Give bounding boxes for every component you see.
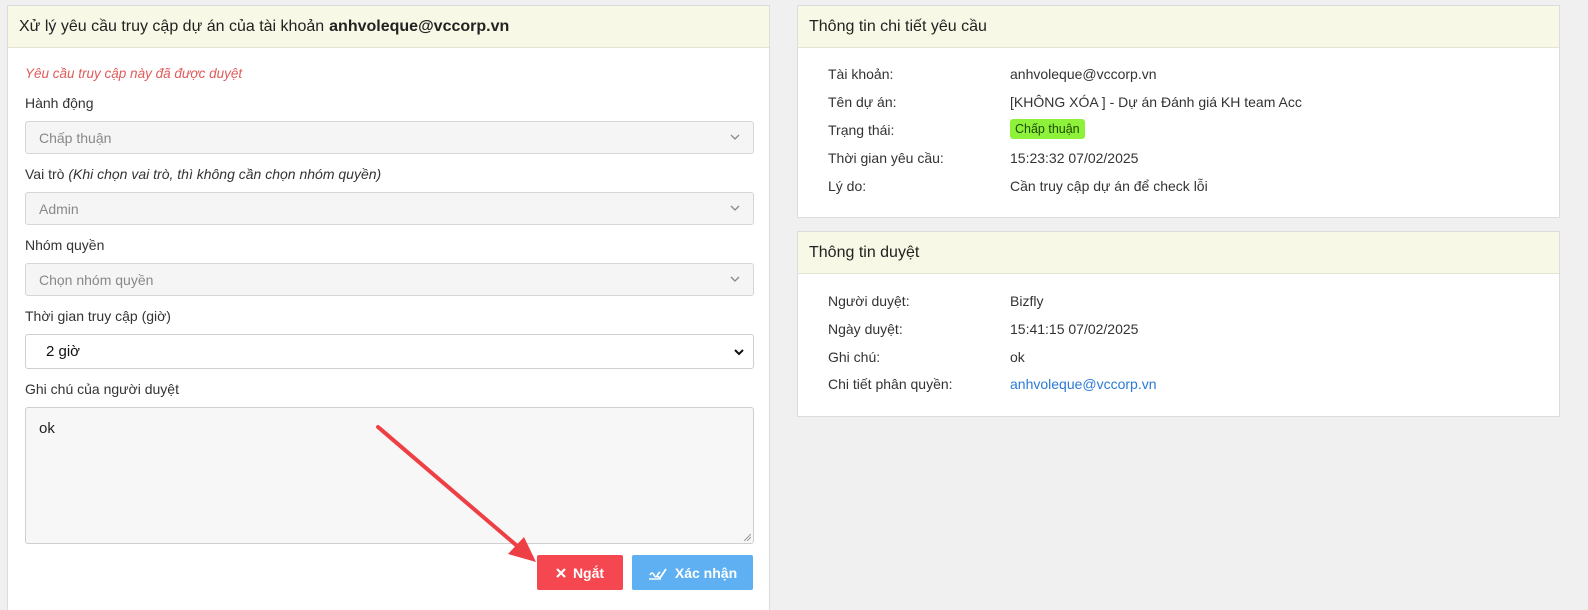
group-select[interactable]: Chọn nhóm quyền: [25, 263, 754, 296]
approval-info-label: Ngày duyệt:: [828, 321, 903, 337]
role-select-value: Admin: [39, 200, 79, 217]
form-panel-header: Xử lý yêu cầu truy cập dự án của tài kho…: [8, 6, 769, 48]
note-label: Ghi chú của người duyệt: [25, 381, 179, 397]
approval-info-value: ok: [1010, 349, 1025, 365]
cancel-button[interactable]: Ngắt: [537, 555, 623, 590]
approval-info-header: Thông tin duyệt: [798, 232, 1559, 274]
cancel-button-label: Ngắt: [572, 564, 605, 581]
request-info-value: Cần truy cập dự án để check lỗi: [1010, 178, 1208, 194]
sign-check-icon: [648, 568, 667, 580]
request-info-label: Trạng thái:: [828, 122, 895, 138]
duration-select[interactable]: 2 giờ: [25, 334, 754, 369]
confirm-button-label: Xác nhận: [674, 564, 738, 581]
role-hint: (Khi chọn vai trò, thì không cần chọn nh…: [68, 166, 382, 182]
approval-info-label: Ghi chú:: [828, 349, 881, 365]
status-badge-wrap: Chấp thuận: [1010, 119, 1085, 139]
status-badge: Chấp thuận: [1010, 119, 1085, 139]
chevron-down-icon: [730, 276, 740, 282]
role-label-text: Vai trò: [25, 166, 65, 182]
approval-info-value: Bizfly: [1010, 293, 1044, 309]
group-label: Nhóm quyền: [25, 237, 105, 253]
chevron-down-icon: [730, 134, 740, 140]
request-info-panel: Thông tin chi tiết yêu cầu Tài khoản: an…: [797, 5, 1560, 218]
request-info-header: Thông tin chi tiết yêu cầu: [798, 6, 1559, 48]
approved-notice: Yêu cầu truy cập này đã được duyệt: [25, 66, 243, 81]
request-info-label: Tên dự án:: [828, 94, 897, 110]
duration-select-value: 2 giờ: [46, 343, 81, 360]
action-label: Hành động: [25, 95, 94, 111]
action-select-value: Chấp thuận: [39, 129, 112, 146]
resize-handle-icon[interactable]: [743, 533, 751, 541]
request-info-label: Tài khoản:: [828, 66, 894, 82]
note-textarea[interactable]: ok: [25, 407, 754, 544]
action-select[interactable]: Chấp thuận: [25, 121, 754, 154]
request-info-label: Thời gian yêu cầu:: [828, 150, 944, 166]
permission-detail-link[interactable]: anhvoleque@vccorp.vn: [1010, 376, 1157, 392]
approval-info-label: Chi tiết phân quyền:: [828, 376, 953, 392]
access-request-form-panel: Xử lý yêu cầu truy cập dự án của tài kho…: [7, 5, 770, 610]
approval-info-label: Người duyệt:: [828, 293, 910, 309]
chevron-down-icon: [734, 349, 744, 356]
chevron-down-icon: [730, 205, 740, 211]
form-title-account: anhvoleque@vccorp.vn: [329, 17, 510, 35]
confirm-button[interactable]: Xác nhận: [632, 555, 753, 590]
duration-label: Thời gian truy cập (giờ): [25, 308, 171, 324]
approval-info-value: 15:41:15 07/02/2025: [1010, 321, 1139, 337]
form-title-prefix: Xử lý yêu cầu truy cập dự án của tài kho…: [19, 17, 325, 35]
group-select-placeholder: Chọn nhóm quyền: [39, 271, 154, 288]
request-info-label: Lý do:: [828, 178, 867, 194]
request-info-value: 15:23:32 07/02/2025: [1010, 150, 1139, 166]
request-info-value: [KHÔNG XÓA ] - Dự án Đánh giá KH team Ac…: [1010, 94, 1302, 110]
role-label: Vai trò (Khi chọn vai trò, thì không cần…: [25, 166, 381, 182]
approval-info-panel: Thông tin duyệt Người duyệt: Bizfly Ngày…: [797, 231, 1560, 417]
note-textarea-value: ok: [39, 420, 55, 437]
request-info-value: anhvoleque@vccorp.vn: [1010, 66, 1157, 82]
close-icon: [556, 567, 566, 578]
role-select[interactable]: Admin: [25, 192, 754, 225]
